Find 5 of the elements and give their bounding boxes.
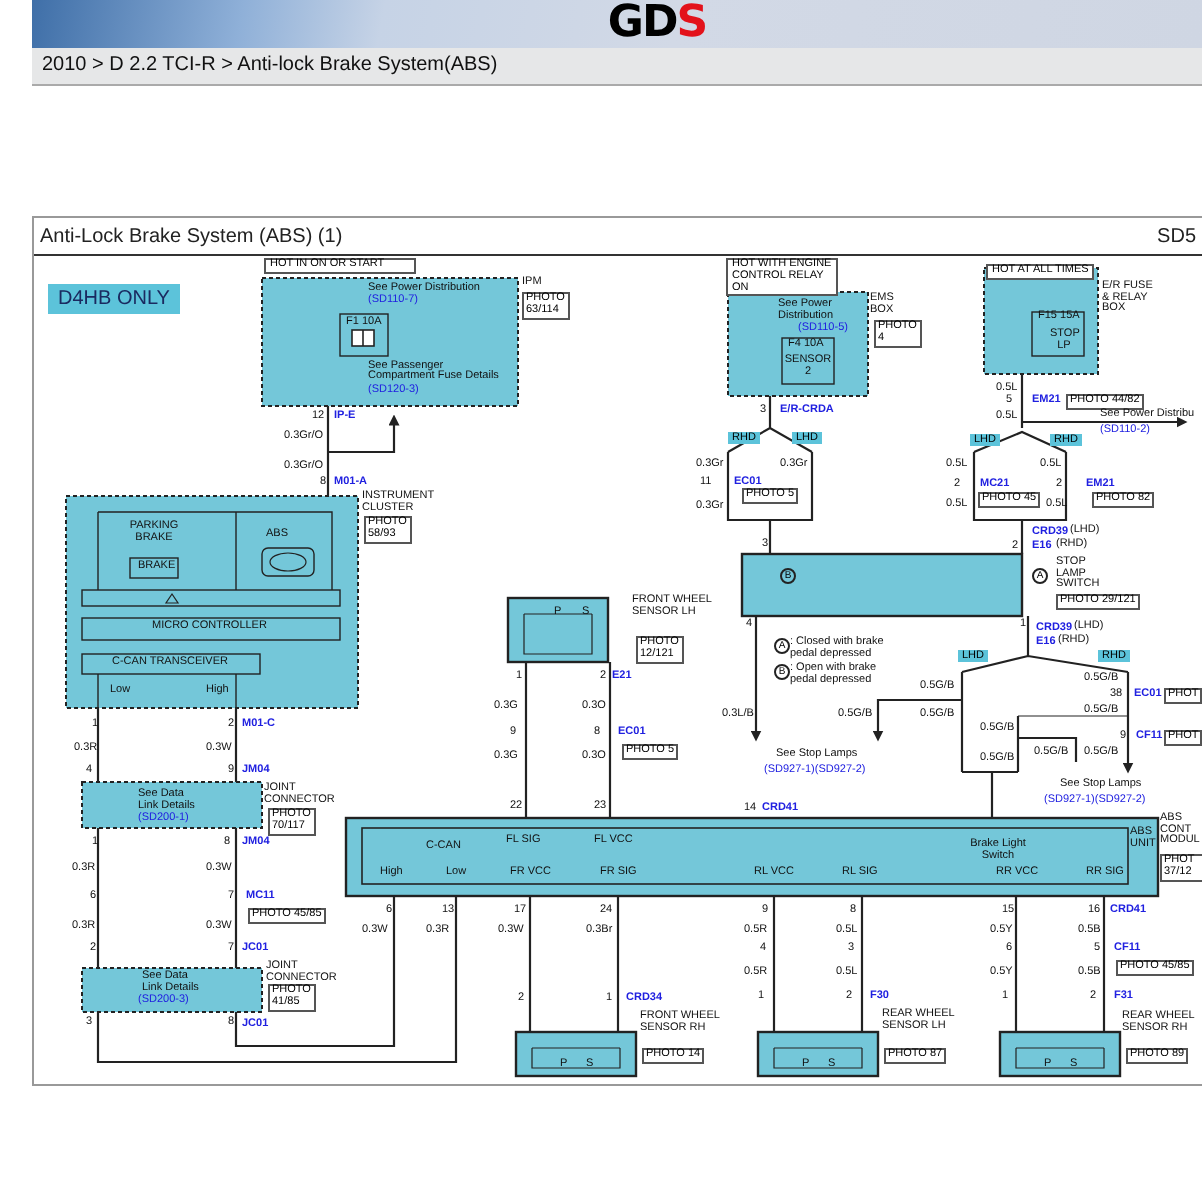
breadcrumb: 2010 > D 2.2 TCI-R > Anti-lock Brake System(ABS) (32, 48, 1202, 86)
diagram-title: Anti-Lock Brake System (ABS) (1) (40, 225, 343, 247)
app-logo: GDS (607, 0, 707, 48)
engine-badge: D4HB ONLY (48, 284, 180, 314)
diagram-code: SD5 (1157, 225, 1196, 247)
